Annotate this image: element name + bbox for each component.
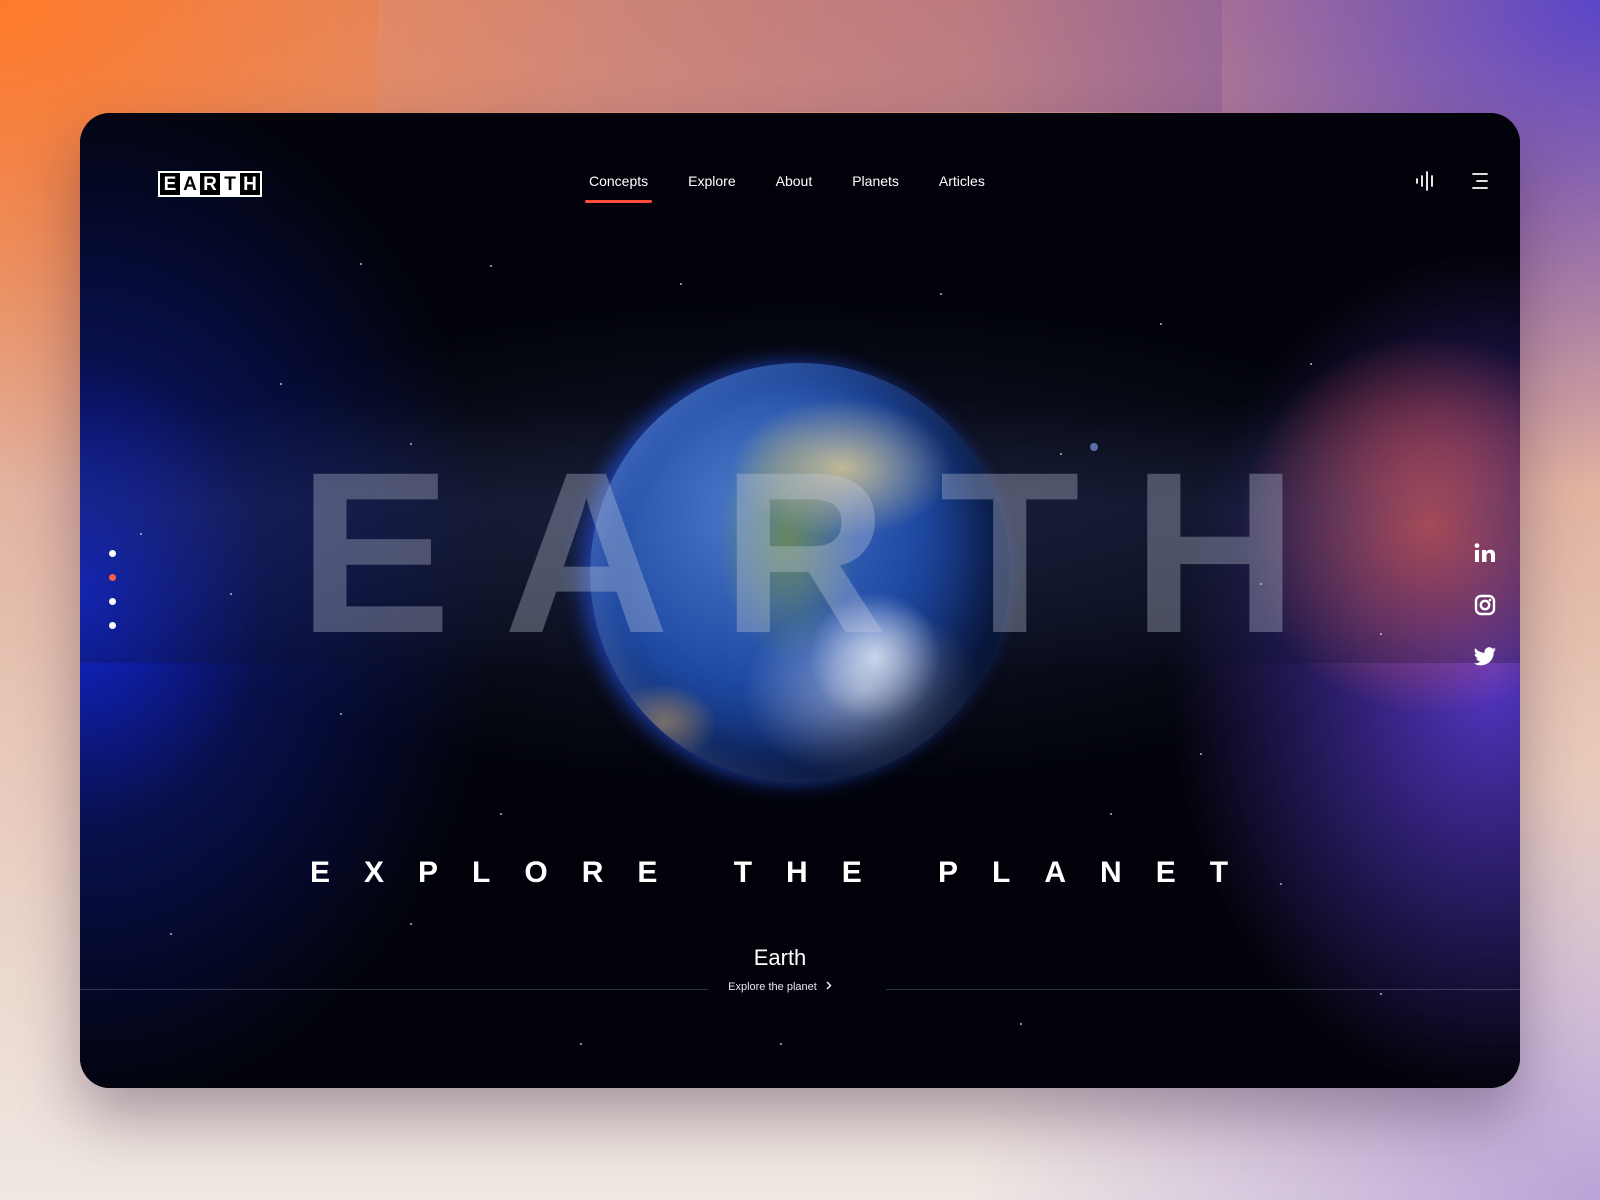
divider-line [80,989,708,990]
hero-big-letter: A [503,424,670,681]
logo-letter: R [200,173,220,195]
social-links [1470,538,1500,694]
slider-dot[interactable] [109,598,116,605]
twitter-icon[interactable] [1470,642,1500,672]
main-nav: Concepts Explore About Planets Articles [569,171,1005,203]
slider-pagination [109,550,116,646]
chevron-right-icon [826,981,832,993]
nav-item-planets[interactable]: Planets [832,171,919,203]
divider-line [886,989,1520,990]
hero-big-letter: E [298,424,452,681]
planet-title: Earth [753,945,807,970]
slider-dot-active[interactable] [109,574,116,581]
logo-letter: H [240,173,260,195]
logo-letter: T [220,173,240,195]
slider-dot[interactable] [109,550,116,557]
hero-big-letter: T [939,424,1080,681]
audio-wave-icon[interactable] [1413,171,1439,191]
instagram-icon[interactable] [1470,590,1500,620]
slider-dot[interactable] [109,622,116,629]
background-panel [378,0,1222,112]
nav-item-concepts[interactable]: Concepts [569,171,668,203]
hero-tagline: EXPLORE THE PLANET [310,856,1263,889]
hero-big-word: E A R T H [298,438,1298,668]
nav-item-about[interactable]: About [756,171,833,203]
explore-planet-link-label: Explore the planet [728,981,817,993]
hero-big-letter: H [1131,424,1298,681]
website-card: E A R T H Concepts Explore About Planets… [80,113,1520,1088]
nav-item-explore[interactable]: Explore [668,171,755,203]
brand-logo[interactable]: E A R T H [158,171,262,197]
linkedin-icon[interactable] [1470,538,1500,568]
logo-letter: E [160,173,180,195]
hero-big-letter: R [721,424,888,681]
explore-planet-link[interactable]: Explore the planet [680,981,880,993]
logo-letter: A [180,173,200,195]
hamburger-menu-icon[interactable] [1468,171,1494,191]
nav-item-articles[interactable]: Articles [919,171,1005,203]
